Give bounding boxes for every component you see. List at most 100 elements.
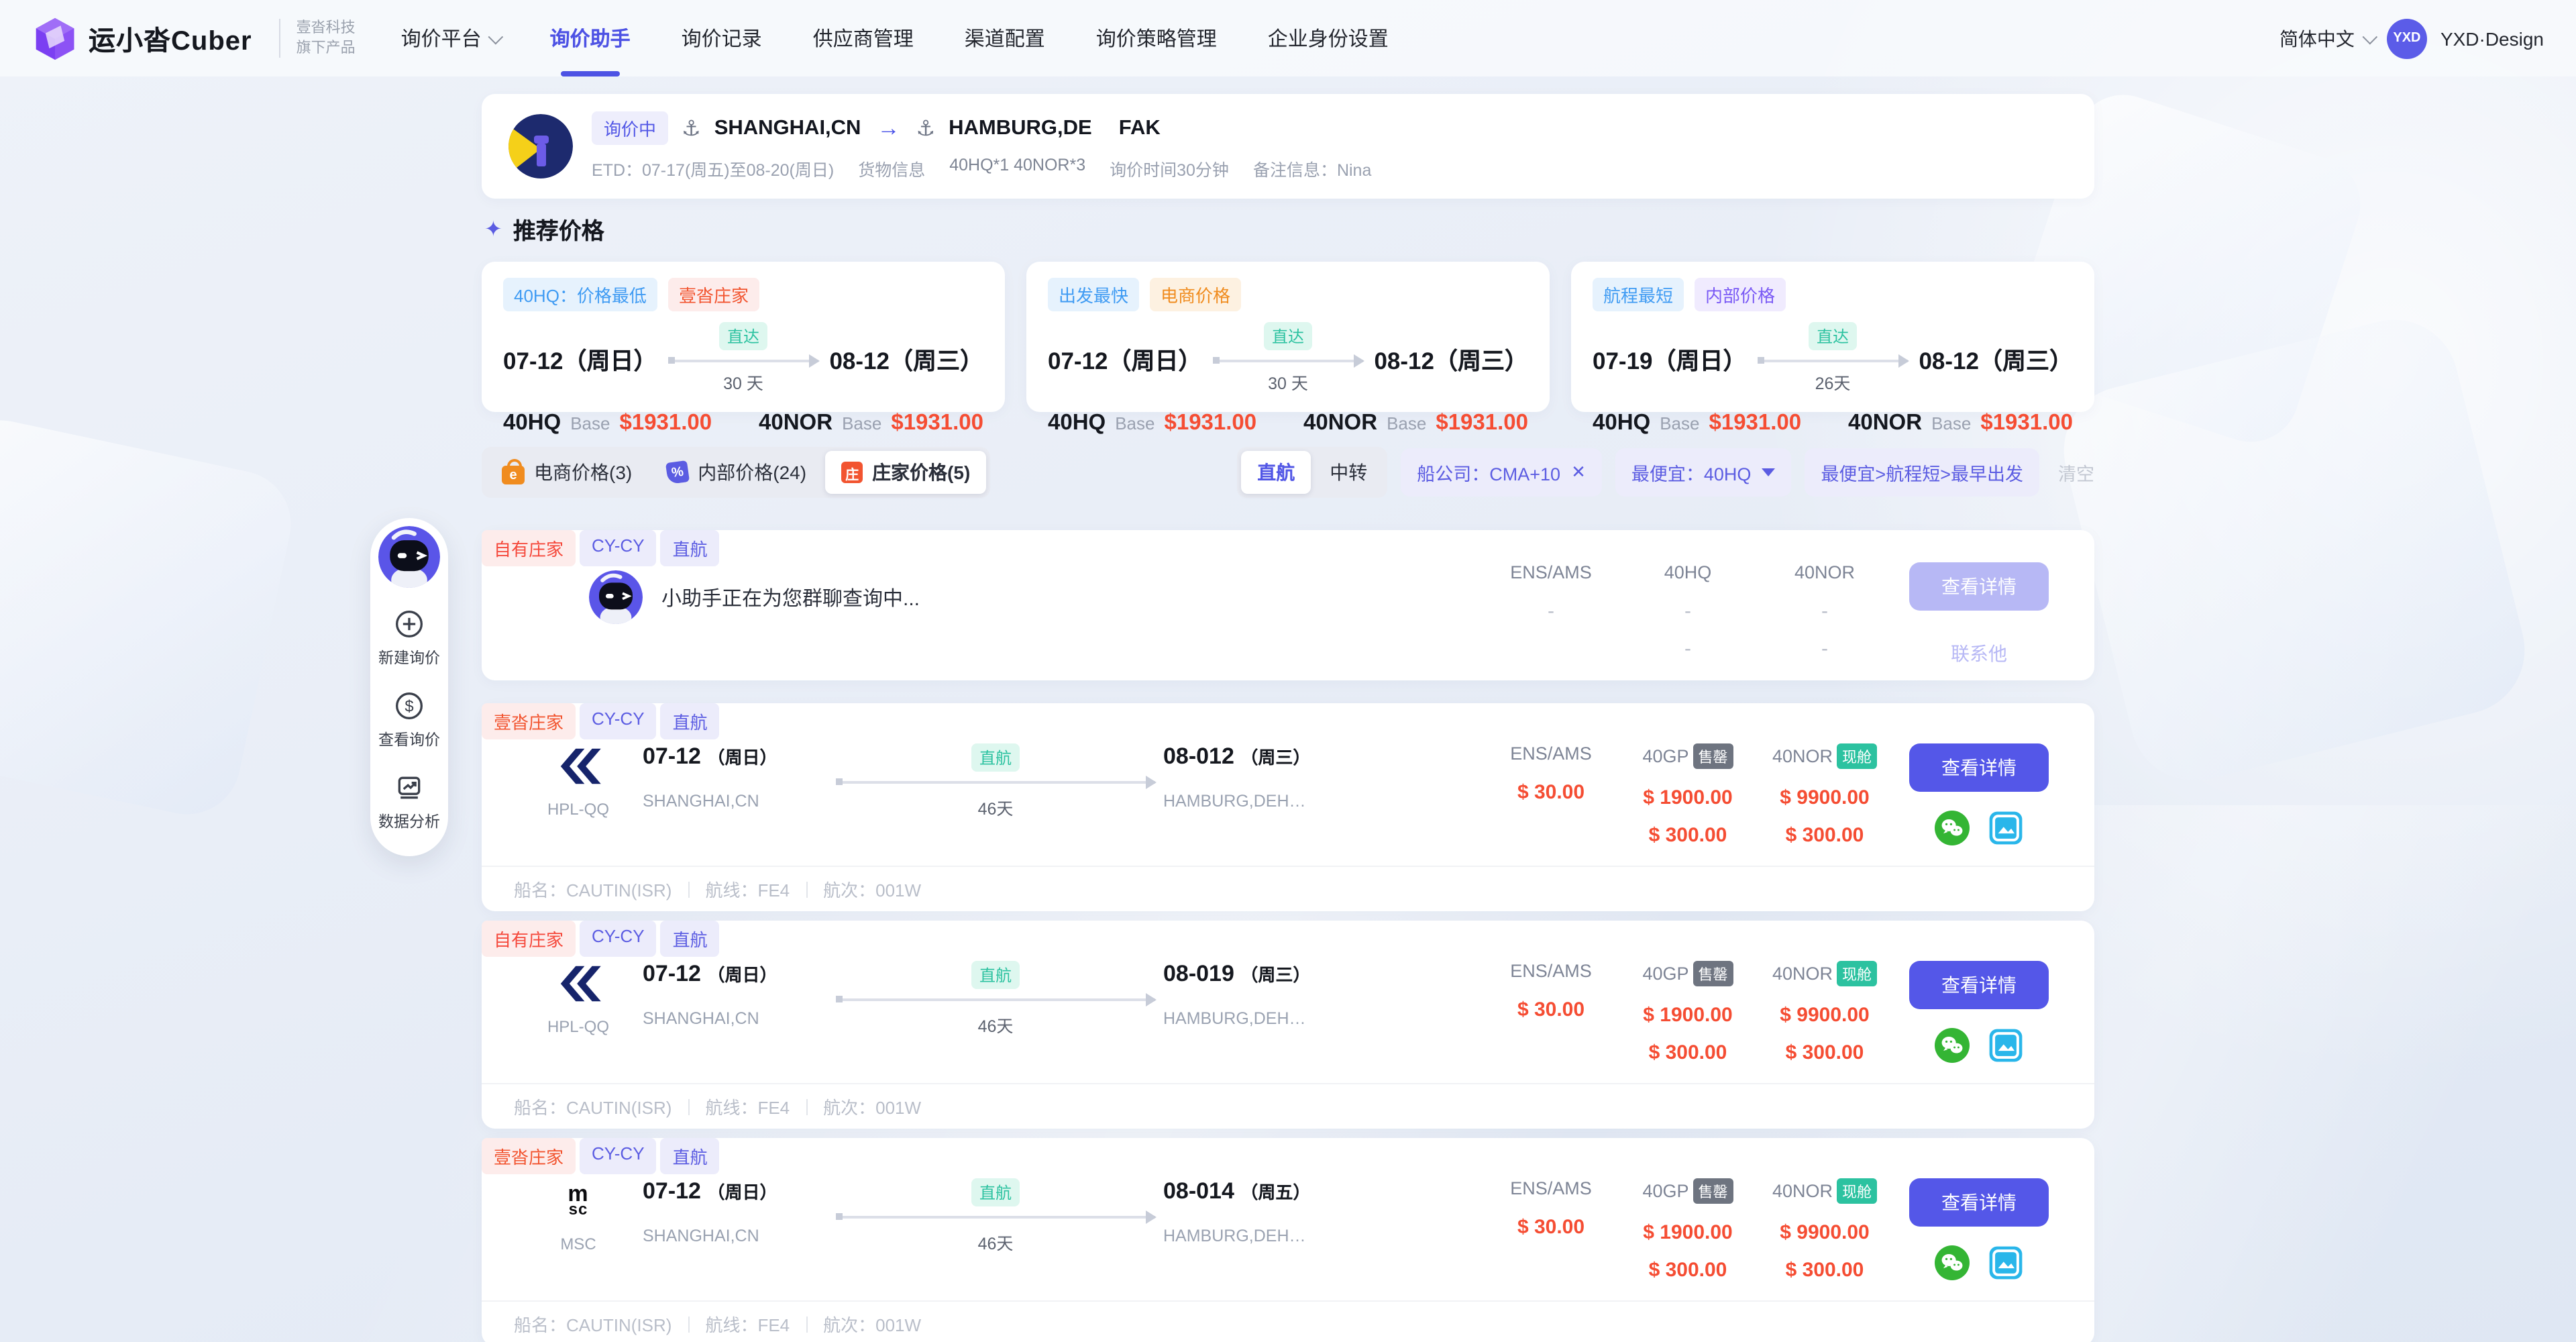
filter-bar: e 电商价格(3) % 内部价格(24) 庄 庄家价格(5) 直航	[482, 447, 2094, 498]
route-line	[836, 998, 1155, 1001]
depart-date: 07-19（周日）	[1593, 344, 1747, 377]
nav-inquiry-records[interactable]: 询价记录	[682, 0, 762, 76]
recommend-tag-primary: 航程最短	[1593, 278, 1684, 311]
data-analysis-button[interactable]: 数据分析	[370, 772, 448, 833]
cargo-value: 40HQ*1 40NOR*3	[949, 156, 1085, 181]
anchor-icon: ⚓	[916, 115, 935, 142]
recommend-card[interactable]: 出发最快 电商价格 07-12（周日） 直达 30 天 08-12（周三） 40…	[1026, 262, 1550, 412]
image-icon[interactable]	[1988, 1245, 2023, 1280]
toggle-transshipment[interactable]: 中转	[1313, 451, 1383, 494]
voyage-code: 航次：001W	[823, 1094, 921, 1119]
price-placeholder: -	[1483, 600, 1619, 623]
price-column-ens: ENS/AMS $ 30.00	[1483, 1178, 1619, 1239]
recommend-card[interactable]: 航程最短 内部价格 07-19（周日） 直达 26天 08-12（周三） 40H…	[1571, 262, 2094, 412]
nav-inquiry-assistant[interactable]: 询价助手	[550, 0, 631, 76]
carrier-filter-pill[interactable]: 船公司：CMA+10 ✕	[1401, 448, 1602, 497]
transit-days: 30 天	[723, 369, 763, 395]
new-inquiry-button[interactable]: 新建询价	[370, 609, 448, 670]
wechat-icon[interactable]	[1935, 1028, 1970, 1063]
voyage-footer: 船名：CAUTIN(ISR) 航线：FE4 航次：001W	[482, 866, 2094, 911]
dollar-circle-icon: $	[394, 691, 424, 721]
background-cube	[2050, 306, 2538, 794]
price-value: $ 1900.00	[1619, 786, 1756, 809]
arrive-date: 08-12（周三）	[1374, 344, 1528, 377]
recommend-tag-primary: 出发最快	[1048, 278, 1139, 311]
nav-enterprise-identity[interactable]: 企业身份设置	[1268, 0, 1389, 76]
view-details-button[interactable]: 查看详情	[1909, 961, 2049, 1009]
top-navbar: 运小沓Cuber 壹沓科技 旗下产品 询价平台 询价助手 询价记录 供应商管理 …	[0, 0, 2576, 76]
arrive-port: HAMBURG,DEH…	[1163, 792, 1389, 811]
price-column-ens: ENS/AMS -	[1483, 562, 1619, 623]
nav-channel-config[interactable]: 渠道配置	[965, 0, 1045, 76]
inquiry-avatar	[508, 114, 573, 178]
view-inquiry-button[interactable]: $ 查看询价	[370, 691, 448, 752]
arrive-date: 08-12（周三）	[829, 344, 983, 377]
depart-date: 07-12（周日）	[1048, 344, 1202, 377]
username: YXD·Design	[2440, 28, 2544, 49]
nav-inquiry-platform[interactable]: 询价平台	[401, 0, 499, 76]
depart-date: 07-12	[643, 743, 701, 769]
transit-days: 46天	[978, 1229, 1014, 1255]
arrive-date: 08-012	[1163, 743, 1234, 769]
ship-name: 船名：CAUTIN(ISR)	[514, 876, 672, 902]
transit-badge: 直达	[719, 322, 767, 350]
view-details-button[interactable]: 查看详情	[1909, 1178, 2049, 1227]
contact-button[interactable]: 联系他	[1893, 640, 2065, 667]
cheapest-filter-pill[interactable]: 最便宜：40HQ	[1615, 448, 1792, 497]
etd-range: ETD：07-17(周五)至08-20(周日)	[592, 156, 834, 181]
arrive-date: 08-12（周三）	[1919, 344, 2073, 377]
service-term-tag: CY-CY	[580, 703, 657, 739]
lighthouse-avatar-icon	[508, 114, 573, 178]
available-badge: 现舱	[1837, 743, 1877, 769]
transit-days: 30 天	[1268, 369, 1308, 395]
plus-circle-icon	[394, 609, 424, 639]
voyage-footer: 船名：CAUTIN(ISR) 航线：FE4 航次：001W	[482, 1300, 2094, 1342]
shopping-bag-icon: e	[502, 466, 525, 484]
carrier-logo-hpl	[514, 961, 643, 1007]
arrive-date: 08-014	[1163, 1178, 1234, 1204]
base-label: Base	[1660, 413, 1699, 433]
nav-supplier-management[interactable]: 供应商管理	[813, 0, 914, 76]
view-details-button[interactable]: 查看详情	[1909, 743, 2049, 792]
avatar[interactable]: YXD	[2387, 18, 2427, 58]
transit-badge: 直达	[1809, 322, 1857, 350]
segment-ecommerce-price[interactable]: e 电商价格(3)	[486, 451, 648, 494]
base-price: $1931.00	[1436, 411, 1528, 436]
base-price: $1931.00	[1980, 411, 2073, 436]
route-line	[1213, 360, 1364, 362]
segment-internal-price[interactable]: % 内部价格(24)	[651, 451, 822, 494]
nav-strategy-management[interactable]: 询价策略管理	[1096, 0, 1217, 76]
arrive-date: 08-019	[1163, 961, 1234, 986]
segment-dealer-price[interactable]: 庄 庄家价格(5)	[825, 451, 986, 494]
sort-order-pill[interactable]: 最便宜>航程短>最早出发	[1805, 448, 2039, 497]
cargo-term: FAK	[1119, 116, 1161, 140]
clear-filters-button[interactable]: 清空	[2058, 459, 2094, 486]
price-value: $ 30.00	[1483, 781, 1619, 804]
recommend-section-title: ✦ 推荐价格	[484, 212, 2092, 246]
dealer-type-tag: 壹沓庄家	[482, 703, 576, 739]
assistant-robot-avatar[interactable]	[378, 526, 440, 588]
route-line	[668, 360, 819, 362]
image-icon[interactable]	[1988, 1028, 2023, 1063]
view-details-button[interactable]: 查看详情	[1909, 562, 2049, 611]
recommend-card[interactable]: 40HQ：价格最低 壹沓庄家 07-12（周日） 直达 30 天 08-12（周…	[482, 262, 1005, 412]
route-type-tag: 直航	[661, 921, 720, 957]
robot-icon	[378, 526, 440, 588]
brand[interactable]: 运小沓Cuber 壹沓科技 旗下产品	[32, 15, 356, 61]
recommend-tag-secondary: 壹沓庄家	[668, 278, 759, 311]
language-selector[interactable]: 简体中文	[2279, 25, 2373, 52]
caret-down-icon	[1762, 468, 1775, 476]
wechat-icon[interactable]	[1935, 811, 1970, 845]
wechat-icon[interactable]	[1935, 1245, 1970, 1280]
close-icon[interactable]: ✕	[1571, 462, 1586, 483]
container-type: 40NOR	[1303, 411, 1377, 436]
brand-subtitle: 壹沓科技 旗下产品	[279, 18, 356, 58]
inquiry-summary-card: 询价中 ⚓ SHANGHAI,CN → ⚓ HAMBURG,DE FAK ETD…	[482, 94, 2094, 199]
recommend-cards-row: 40HQ：价格最低 壹沓庄家 07-12（周日） 直达 30 天 08-12（周…	[482, 262, 2094, 412]
carrier-logo-hpl	[514, 743, 643, 789]
image-icon[interactable]	[1988, 811, 2023, 845]
recommend-tag-secondary: 内部价格	[1695, 278, 1786, 311]
toggle-direct[interactable]: 直航	[1241, 451, 1311, 494]
base-price: $1931.00	[1165, 411, 1257, 436]
chart-trend-icon	[394, 772, 424, 802]
